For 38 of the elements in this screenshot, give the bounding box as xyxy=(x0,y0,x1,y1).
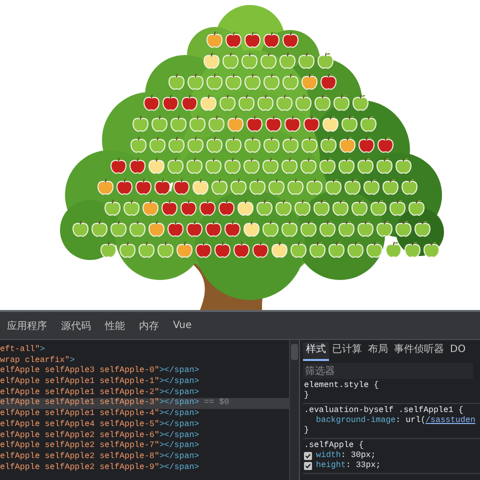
styles-tab[interactable]: 已计算 xyxy=(329,342,365,361)
devtools-tab[interactable]: 性能 xyxy=(105,318,125,332)
devtools-tab[interactable]: 内存 xyxy=(139,318,159,332)
styles-tab[interactable]: 样式 xyxy=(303,342,329,361)
css-value: : url( xyxy=(396,416,426,426)
css-selector: element.style { xyxy=(304,381,380,391)
dom-node-line[interactable]: elfApple selfApple1 selfApple-2"></span> xyxy=(0,388,289,398)
scrollbar[interactable] xyxy=(289,340,299,480)
css-property: width xyxy=(316,451,341,461)
dom-node-line[interactable]: wrap clearfix"> xyxy=(0,356,289,366)
dom-node-line[interactable]: elfApple selfApple1 selfApple-4"></span> xyxy=(0,409,289,420)
devtools-tab[interactable]: 源代码 xyxy=(61,318,91,332)
css-value: : 33px; xyxy=(346,461,381,471)
scrollbar-thumb[interactable] xyxy=(291,344,298,360)
dom-node-line[interactable]: elfApple selfApple2 selfApple-7"></span> xyxy=(0,441,289,452)
filter-field[interactable]: 筛选器 xyxy=(303,363,473,379)
closing-brace: } xyxy=(304,391,310,401)
dom-node-line[interactable]: elfApple selfApple4 selfApple-5"></span> xyxy=(0,420,289,430)
styles-tab[interactable]: DO xyxy=(447,342,469,361)
styles-tab[interactable]: 事件侦听器 xyxy=(391,342,447,361)
dom-node-line[interactable]: elfApple selfApple1 selfApple-1"></span> xyxy=(0,377,289,388)
url-link[interactable]: /sasstuden xyxy=(426,416,476,426)
checkbox[interactable] xyxy=(304,462,312,470)
devtools-tab[interactable]: 应用程序 xyxy=(7,318,47,332)
dom-node-line[interactable]: elfApple selfApple2 selfApple-6"></span> xyxy=(0,430,289,442)
css-value: : 30px; xyxy=(340,451,376,461)
css-property: background-image xyxy=(316,416,396,426)
styles-tab[interactable]: 布局 xyxy=(365,342,391,361)
dom-node-line[interactable]: elfApple selfApple2 selfApple-8"></span> xyxy=(0,452,289,463)
checkbox[interactable] xyxy=(304,452,312,460)
devtools-tab[interactable]: Vue xyxy=(173,320,192,331)
css-selector: .selfApple { xyxy=(304,441,365,451)
dom-node-line[interactable]: elfApple selfApple2 selfApple-9"></span> xyxy=(0,462,289,474)
closing-brace: } xyxy=(304,426,310,436)
css-property: height xyxy=(316,461,346,471)
dom-node-line[interactable]: eft-all"> xyxy=(0,345,289,356)
css-selector: .evaluation-byself .selfApple1 { xyxy=(304,406,464,416)
dom-node-line[interactable]: elfApple selfApple3 selfApple-0"></span> xyxy=(0,366,289,378)
